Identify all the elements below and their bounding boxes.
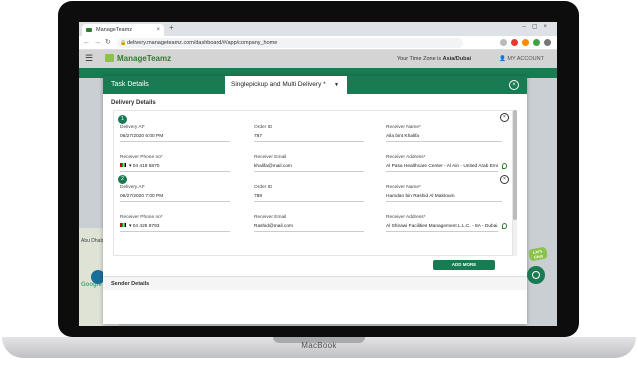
delivery-index-badge: 1 [118, 115, 127, 124]
window-controls[interactable]: –▢× [522, 23, 553, 30]
receiver-name-label: Receiver Name* [386, 125, 421, 130]
scrollbar-thumb[interactable] [513, 110, 517, 220]
url-text: delivery.manageteamz.com/dashboard/#/app… [127, 40, 278, 46]
receiver-name-field[interactable]: Hamdan bin Rashid Al Maktoum [386, 193, 502, 202]
tab-title: ManageTeamz [96, 27, 133, 33]
extension-icon[interactable] [511, 39, 518, 46]
phone-value: 04 419 5870 [132, 164, 160, 169]
phone-label: Receiver Phone no* [120, 155, 163, 160]
address-field[interactable]: Al Shirawi Facilities Management L.L.C. … [386, 223, 498, 232]
chat-icon [532, 271, 540, 279]
address-bar: ←→↻ 🔒 delivery.manageteamz.com/dashboard… [79, 36, 557, 50]
laptop-brand: MacBook [301, 341, 337, 350]
logo-icon [105, 54, 114, 62]
extension-icon[interactable] [533, 39, 540, 46]
delivery-list: 1 × Delivery At* 06/27/2020 6:00 PM Orde… [113, 110, 513, 256]
address-field[interactable]: Al Pasa Healthcare Center - Al Ain - Uni… [386, 163, 498, 172]
timezone-label: Your Time Zone is [397, 56, 442, 62]
order-id-label: Order ID [254, 125, 273, 130]
lock-icon: 🔒 [120, 40, 127, 46]
task-type-select[interactable]: Singlepickup and Multi Delivery * ▼ [225, 76, 347, 94]
extension-icon[interactable] [522, 39, 529, 46]
favicon-icon [86, 28, 92, 32]
email-field[interactable]: Rashid@mail.com [254, 223, 364, 232]
url-field[interactable]: 🔒 delivery.manageteamz.com/dashboard/#/a… [117, 38, 463, 48]
app-logo[interactable]: ManageTeamz [105, 54, 171, 63]
order-id-label: Order ID [254, 185, 273, 190]
tab-bar: ManageTeamz × + –▢× [79, 22, 557, 36]
new-tab-icon[interactable]: + [169, 23, 174, 32]
my-account-link[interactable]: 👤 MY ACCOUNT [499, 56, 544, 62]
phone-value: 04 425 8793 [132, 224, 160, 229]
account-label: MY ACCOUNT [507, 56, 544, 62]
sender-details-heading: Sender Details [111, 281, 150, 287]
menu-icon[interactable]: ☰ [85, 53, 93, 64]
delivery-at-label: Delivery At* [120, 125, 145, 130]
map-place-label: Abu Dhabi [81, 238, 105, 244]
add-more-button[interactable]: ADD MORE [433, 260, 495, 270]
address-label: Receiver Address* [386, 155, 426, 160]
order-id-field[interactable]: 788 [254, 193, 364, 202]
close-tab-icon[interactable]: × [156, 24, 160, 36]
email-label: Receiver Email [254, 155, 287, 160]
task-details-modal: Task Details Singlepickup and Multi Deli… [103, 76, 527, 324]
browser-tab[interactable]: ManageTeamz × [82, 24, 164, 36]
delivery-details-heading: Delivery Details [111, 100, 156, 106]
timezone-info: Your Time Zone is Asia/Dubai [397, 56, 471, 62]
uae-flag-icon [120, 163, 126, 167]
task-type-value: Singlepickup and Multi Delivery * [231, 81, 326, 88]
logo-text: ManageTeamz [117, 54, 172, 63]
close-modal-icon[interactable]: × [509, 80, 519, 90]
email-field[interactable]: khalifa@mail.com [254, 163, 364, 172]
browser-window: ManageTeamz × + –▢× ←→↻ 🔒 delivery.manag… [79, 22, 557, 326]
nav-buttons[interactable]: ←→↻ [83, 38, 115, 46]
scrollbar[interactable] [513, 110, 517, 256]
receiver-name-field[interactable]: Aila bint Khalifa [386, 133, 502, 142]
remove-delivery-icon[interactable]: × [500, 175, 509, 184]
delivery-at-field[interactable]: 06/27/2020 6:00 PM [120, 133, 230, 142]
caret-down-icon: ▼ [334, 82, 339, 88]
modal-header: Task Details Singlepickup and Multi Deli… [103, 76, 527, 94]
phone-field[interactable]: ▾ 04 425 8793 [120, 223, 230, 232]
sender-details-section[interactable]: Sender Details [103, 276, 527, 290]
location-pin-icon[interactable] [502, 163, 507, 169]
email-label: Receiver Email [254, 215, 287, 220]
uae-flag-icon [120, 223, 126, 227]
modal-title: Task Details [111, 81, 149, 88]
delivery-at-label: Delivery At* [120, 185, 145, 190]
address-label: Receiver Address* [386, 215, 426, 220]
app-header: ☰ ManageTeamz Your Time Zone is Asia/Dub… [79, 50, 557, 68]
delivery-index-badge: 2 [118, 175, 127, 184]
timezone-value: Asia/Dubai [442, 56, 472, 62]
remove-delivery-icon[interactable]: × [500, 113, 509, 122]
delivery-at-field[interactable]: 06/27/2020 7:00 PM [120, 193, 230, 202]
phone-field[interactable]: ▾ 04 419 5870 [120, 163, 230, 172]
extension-icons [500, 39, 551, 46]
phone-label: Receiver Phone no* [120, 215, 163, 220]
star-icon[interactable] [500, 39, 507, 46]
chat-button[interactable] [527, 266, 545, 284]
order-id-field[interactable]: 787 [254, 133, 364, 142]
profile-avatar[interactable] [544, 39, 551, 46]
receiver-name-label: Receiver Name* [386, 185, 421, 190]
location-pin-icon[interactable] [502, 223, 507, 229]
